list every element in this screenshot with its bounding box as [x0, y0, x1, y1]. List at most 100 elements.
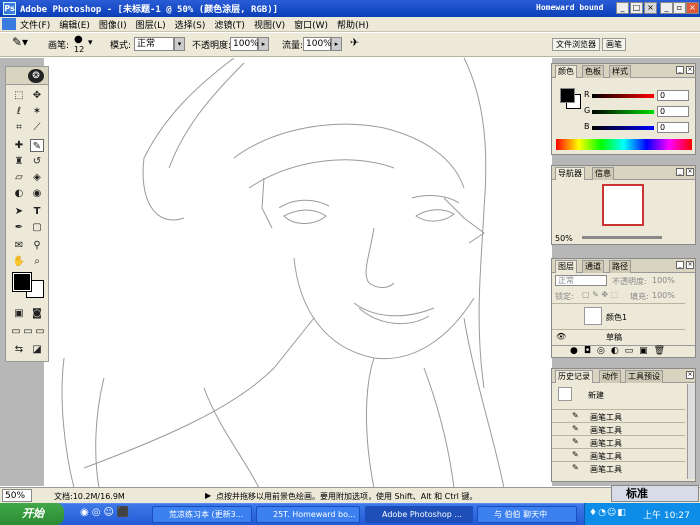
paint-bucket-icon[interactable]: ◈	[30, 171, 44, 184]
status-doc-size[interactable]: 文档:10.2M/16.9M	[54, 491, 125, 502]
magic-wand-tool-icon[interactable]: ✶	[30, 105, 44, 118]
marquee-tool-icon[interactable]: ⬚	[12, 89, 26, 102]
layer-row[interactable]: 👁 草稿	[552, 329, 685, 343]
menu-layer[interactable]: 图层(L)	[136, 18, 166, 31]
photoshop-app-icon[interactable]: Ps	[3, 2, 16, 15]
doc-restore-icon[interactable]: ▫	[673, 2, 686, 14]
tab-styles[interactable]: 样式	[609, 65, 631, 78]
flow-input[interactable]: 100%	[303, 37, 332, 51]
panel-close-icon[interactable]: ×	[686, 66, 694, 74]
opacity-input[interactable]: 100%	[230, 37, 259, 51]
quickmask-mode-icon[interactable]: ◙	[30, 307, 44, 320]
menu-select[interactable]: 选择(S)	[175, 18, 206, 31]
layer-opacity-value[interactable]: 100%	[652, 276, 675, 285]
layers-close-icon[interactable]: ×	[686, 261, 694, 269]
doc-minimize-icon[interactable]: _	[660, 2, 673, 14]
doc-close-icon[interactable]: ×	[686, 2, 699, 14]
menu-image[interactable]: 图像(I)	[99, 18, 127, 31]
color-fg-swatch[interactable]	[560, 88, 575, 103]
slice-tool-icon[interactable]: ⟋	[30, 121, 44, 134]
history-close-icon[interactable]: ×	[686, 371, 694, 379]
eraser-tool-icon[interactable]: ▱	[12, 171, 26, 184]
path-selection-icon[interactable]: ➤	[12, 205, 26, 218]
r-value[interactable]: 0	[657, 90, 689, 101]
history-item[interactable]: ✎ 画笔工具	[552, 435, 685, 448]
history-item[interactable]: ✎ 画笔工具	[552, 448, 685, 461]
screen-mode-3-icon[interactable]: ▭	[33, 325, 47, 338]
nav-close-icon[interactable]: ×	[686, 168, 694, 176]
layers-minimize-icon[interactable]: _	[676, 261, 684, 269]
navigator-zoom-slider[interactable]	[582, 236, 662, 239]
panel-minimize-icon[interactable]: _	[676, 66, 684, 74]
mode-dropdown-icon[interactable]: ▾	[174, 37, 185, 51]
jump-to-imageready-icon[interactable]: ⇆	[12, 343, 26, 356]
adobe-online-icon[interactable]: ❂	[28, 69, 44, 83]
history-item[interactable]: ✎ 画笔工具	[552, 409, 685, 422]
clone-stamp-icon[interactable]: ♜	[12, 155, 26, 168]
history-scrollbar[interactable]	[687, 384, 695, 479]
crop-tool-icon[interactable]: ⌗	[12, 121, 26, 134]
taskbar-item-browser[interactable]: 荒凉练习本 (更新3...	[152, 506, 252, 523]
history-item[interactable]: ✎ 画笔工具	[552, 422, 685, 435]
r-slider[interactable]	[592, 94, 654, 98]
airbrush-icon[interactable]: ✈	[350, 36, 359, 49]
b-slider[interactable]	[592, 126, 654, 130]
quick-launch-icons[interactable]: ◉◎☺⬛	[80, 507, 140, 521]
history-item[interactable]: ✎ 画笔工具	[552, 461, 685, 474]
notes-tool-icon[interactable]: ✉	[12, 239, 26, 252]
eyedropper-icon[interactable]: ⚲	[30, 239, 44, 252]
snapshot-name[interactable]: 新建	[588, 390, 604, 401]
b-value[interactable]: 0	[657, 122, 689, 133]
brush-preset-icon[interactable]: ●	[74, 34, 83, 45]
layer-blend-mode[interactable]: 正常	[555, 275, 607, 286]
foreground-color-swatch[interactable]	[12, 272, 32, 292]
brush-tool-icon[interactable]: ✎▾	[12, 35, 28, 49]
blur-tool-icon[interactable]: ◐	[12, 187, 26, 200]
document-canvas[interactable]	[44, 58, 552, 488]
layer-row[interactable]: 颜色1	[552, 303, 685, 329]
flow-slider-icon[interactable]: ▸	[331, 37, 342, 51]
tab-swatches[interactable]: 色板	[582, 65, 604, 78]
hand-tool-icon[interactable]: ✋	[12, 255, 26, 268]
ime-toolbar[interactable]: 标准	[611, 485, 699, 502]
history-snapshot[interactable]: 新建	[552, 384, 685, 406]
menu-help[interactable]: 帮助(H)	[337, 18, 369, 31]
taskbar-item-music[interactable]: 25T. Homeward bo...	[256, 506, 360, 523]
start-button[interactable]: 开始	[0, 503, 64, 525]
close-icon[interactable]: ×	[644, 2, 657, 14]
tray-icons[interactable]: ♦◔☺◧	[589, 508, 627, 518]
navigator-zoom[interactable]: 50%	[555, 234, 573, 243]
menu-file[interactable]: 文件(F)	[20, 18, 50, 31]
pen-tool-icon[interactable]: ✒	[12, 221, 26, 234]
move-tool-icon[interactable]: ✥	[30, 89, 44, 102]
standard-mode-icon[interactable]: ▣	[12, 307, 26, 320]
toolbox-header[interactable]: ❂	[6, 67, 48, 85]
taskbar-item-chat[interactable]: 与 伯伯 聊天中	[477, 506, 577, 523]
maximize-icon[interactable]: □	[630, 2, 643, 14]
menu-filter[interactable]: 滤镜(T)	[214, 18, 245, 31]
layer-name[interactable]: 草稿	[606, 332, 622, 343]
taskbar-item-photoshop[interactable]: Adobe Photoshop ...	[365, 506, 473, 523]
ime-mode[interactable]: 标准	[626, 487, 648, 500]
brush-dropdown-icon[interactable]: ▾	[88, 38, 93, 48]
lock-icons[interactable]: ▢ ✎ ✥ ⬚	[582, 290, 618, 299]
tab-info[interactable]: 信息	[592, 167, 614, 180]
history-brush-icon[interactable]: ↺	[30, 155, 44, 168]
layers-bottom-icons[interactable]: ●◘◎◐▭▣🗑	[552, 345, 695, 358]
tab-actions[interactable]: 动作	[599, 370, 621, 383]
tab-channels[interactable]: 通道	[582, 260, 604, 273]
fill-value[interactable]: 100%	[652, 291, 675, 300]
lasso-tool-icon[interactable]: ℓ	[12, 105, 26, 118]
tab-tool-presets[interactable]: 工具预设	[625, 370, 663, 383]
tab-color[interactable]: 颜色	[555, 65, 577, 78]
tab-history[interactable]: 历史记录	[555, 370, 593, 383]
brush-tool-button-icon[interactable]: ✎	[30, 139, 44, 152]
opacity-slider-icon[interactable]: ▸	[258, 37, 269, 51]
mode-select[interactable]: 正常	[134, 37, 174, 51]
shape-tool-icon[interactable]: ▢	[30, 221, 44, 234]
zoom-tool-icon[interactable]: ⌕	[30, 255, 44, 268]
g-value[interactable]: 0	[657, 106, 689, 117]
nav-minimize-icon[interactable]: _	[676, 168, 684, 176]
tab-layers[interactable]: 图层	[555, 260, 577, 273]
menu-window[interactable]: 窗口(W)	[294, 18, 328, 31]
